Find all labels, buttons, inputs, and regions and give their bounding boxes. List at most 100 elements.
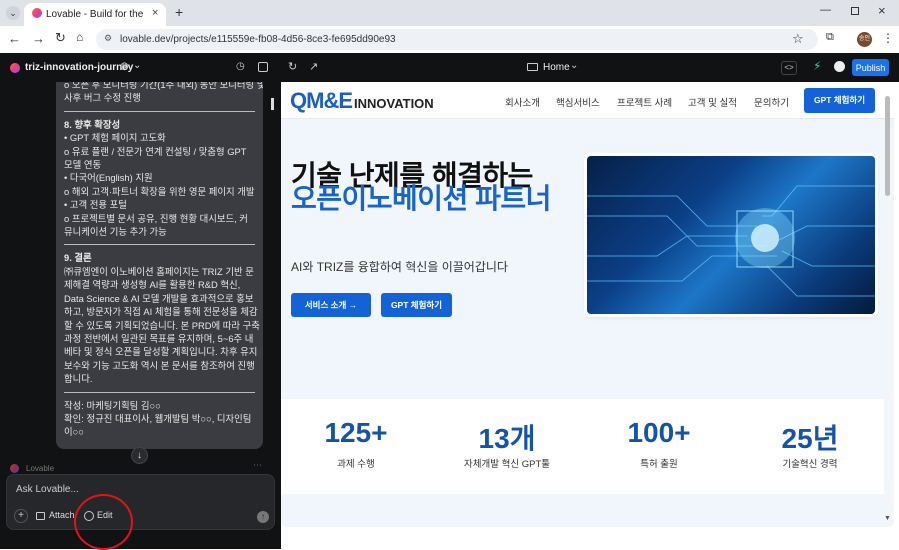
message-line: o 유료 플랜 / 전문가 연계 컨설팅 / 맞춤형 GPT bbox=[64, 145, 247, 157]
chat-panel: o 오픈 후 모니터링 기간(1주 내외) 동안 모니터링 및 사후 버그 수정 … bbox=[0, 82, 281, 550]
code-view-icon[interactable]: <> bbox=[781, 61, 797, 75]
message-line: 보수와 기능 고도화 역시 본 문서를 참조하여 진행 bbox=[64, 359, 255, 371]
restore-icon[interactable] bbox=[851, 7, 859, 15]
back-icon[interactable]: ← bbox=[8, 31, 21, 46]
reload-icon[interactable]: ↻ bbox=[55, 30, 66, 46]
github-icon[interactable] bbox=[834, 61, 845, 72]
message-line: 이○○ bbox=[64, 426, 84, 438]
forward-icon[interactable]: → bbox=[32, 31, 45, 46]
preview-reload-icon[interactable]: ↻ bbox=[288, 60, 297, 73]
message-line: 과정 전반에서 일관된 목표를 유지하며, 5~6주 내 bbox=[64, 332, 254, 344]
logo-sub: INNOVATION bbox=[354, 96, 434, 111]
divider bbox=[64, 244, 255, 246]
nav-item-contact[interactable]: 문의하기 bbox=[754, 95, 789, 109]
lovable-logo-icon[interactable] bbox=[10, 63, 20, 73]
page-selector[interactable]: Home bbox=[543, 62, 570, 73]
scroll-down-icon[interactable]: ↓ bbox=[131, 447, 148, 464]
message-author: 작성: 마케팅기획팀 김○○ 확인: 정규진 대표이사, 웹개발팀 박○○, 디자… bbox=[64, 399, 255, 439]
hero-title-line2: 오픈이노베이션 파트너 bbox=[291, 183, 551, 214]
message-line: 작성: 마케팅기획팀 김○○ bbox=[64, 399, 161, 411]
address-row: ← → ↻ ⌂ ⚙ lovable.dev/projects/e115559e-… bbox=[0, 26, 899, 53]
message-line: o 오픈 후 모니터링 기간(1주 내외) 동안 모니터링 및 bbox=[64, 82, 263, 90]
message-line: • 다국어(English) 지원 bbox=[64, 172, 153, 184]
window-close-icon[interactable]: × bbox=[878, 3, 886, 18]
stat-patents-label: 특허 출원 bbox=[640, 459, 678, 470]
monitor-icon[interactable] bbox=[527, 63, 538, 71]
open-external-icon[interactable]: ↗ bbox=[309, 60, 318, 73]
address-bar[interactable]: ⚙ lovable.dev/projects/e115559e-fb08-4d5… bbox=[96, 29, 818, 50]
browser-menu-icon[interactable]: ⋮ bbox=[882, 31, 894, 45]
message-line: 합니다. bbox=[64, 373, 93, 385]
globe-icon[interactable]: ◍ bbox=[120, 61, 129, 72]
chat-input-box[interactable]: Ask Lovable... + Attach Edit ↑ bbox=[6, 474, 275, 530]
profile-avatar[interactable]: 송인 bbox=[857, 32, 872, 47]
stat-experience-label: 기술혁신 경력 bbox=[782, 459, 838, 470]
extensions-icon[interactable]: ⧉ bbox=[826, 31, 834, 44]
publish-button[interactable]: Publish bbox=[852, 59, 889, 76]
nav-item-clients[interactable]: 고객 및 실적 bbox=[688, 95, 737, 109]
page-chevron-icon[interactable]: ⌄ bbox=[570, 60, 578, 71]
message-section-8: 8. 향후 확장성 • GPT 체험 페이지 고도화 o 유료 플랜 / 전문가 연… bbox=[64, 118, 255, 239]
new-tab-icon[interactable]: + bbox=[175, 4, 183, 20]
message-line: Data Science & AI 모델 개발을 효과적으로 홍보 bbox=[64, 292, 254, 304]
app-header: triz-innovation-journey ◍ ⌄ ◷ ↻ ↗ Home ⌄… bbox=[0, 53, 899, 82]
nav-item-services[interactable]: 핵심서비스 bbox=[556, 95, 600, 109]
sender-heart-icon bbox=[10, 464, 19, 473]
message-line: 뮤니케이션 기능 추가 가능 bbox=[64, 226, 167, 238]
left-scroll-marker bbox=[271, 98, 274, 110]
message-section-top: o 오픈 후 모니터링 기간(1주 내외) 동안 모니터링 및 사후 버그 수정 … bbox=[64, 82, 263, 105]
send-icon[interactable]: ↑ bbox=[257, 511, 269, 523]
add-icon[interactable]: + bbox=[14, 509, 28, 523]
home-icon[interactable]: ⌂ bbox=[76, 30, 83, 44]
message-line: 할 수 있도록 기획되었습니다. 본 PRD에 따라 구축 bbox=[64, 319, 260, 331]
divider bbox=[64, 391, 255, 393]
chat-input[interactable]: Ask Lovable... bbox=[16, 484, 79, 495]
site-preview: QM&E INNOVATION 회사소개 핵심서비스 프로젝트 사례 고객 및 실… bbox=[281, 82, 894, 527]
nav-gpt-button[interactable]: GPT 체험하기 bbox=[804, 88, 875, 113]
project-name[interactable]: triz-innovation-journey bbox=[25, 62, 133, 73]
browser-tab[interactable]: Lovable - Build for the web 20 × bbox=[24, 3, 166, 26]
message-line: 제해결 역량과 생성형 AI를 활용한 R&D 혁신, bbox=[64, 279, 241, 291]
stat-patents-value: 100+ bbox=[627, 417, 691, 448]
preview-scrollbar[interactable] bbox=[885, 96, 890, 196]
scroll-down-arrow-icon[interactable]: ▼ bbox=[884, 515, 891, 522]
gpt-trial-button[interactable]: GPT 체험하기 bbox=[381, 293, 452, 317]
logo-main: QM&E bbox=[290, 88, 353, 113]
chat-message-bubble: o 오픈 후 모니터링 기간(1주 내외) 동안 모니터링 및 사후 버그 수정 … bbox=[56, 82, 263, 449]
message-section-9: 9. 결론 ㈜큐엠엔이 이노베이션 홈페이지는 TRIZ 기반 문제해결 역량과 … bbox=[64, 251, 260, 385]
site-settings-icon[interactable]: ⚙ bbox=[104, 33, 112, 44]
circuit-graphic bbox=[587, 185, 875, 297]
divider bbox=[64, 110, 255, 112]
lovable-heart-icon bbox=[32, 8, 42, 18]
message-line: 9. 결론 bbox=[64, 252, 92, 264]
supabase-bolt-icon[interactable]: ⚡ bbox=[813, 59, 821, 73]
stat-gpt-tools-value: 13개 bbox=[478, 423, 536, 454]
url-text: lovable.dev/projects/e115559e-fb08-4d56-… bbox=[120, 34, 396, 45]
attach-button[interactable]: Attach bbox=[49, 510, 75, 520]
history-icon[interactable]: ◷ bbox=[236, 61, 245, 72]
message-line: 모델 연동 bbox=[64, 159, 102, 171]
sidebar-toggle-icon[interactable] bbox=[258, 62, 268, 72]
site-navbar: QM&E INNOVATION 회사소개 핵심서비스 프로젝트 사례 고객 및 실… bbox=[281, 82, 894, 119]
tab-title: Lovable - Build for the web 20 bbox=[46, 9, 146, 20]
message-more-icon[interactable]: ⋯ bbox=[253, 460, 262, 471]
minimize-icon[interactable]: — bbox=[820, 4, 831, 16]
site-logo[interactable]: QM&E INNOVATION bbox=[290, 88, 434, 114]
nav-item-projects[interactable]: 프로젝트 사례 bbox=[617, 95, 672, 109]
message-line: o 해외 고객·파트너 확장을 위한 영문 페이지 개발 bbox=[64, 185, 255, 197]
tab-search-icon[interactable]: ⌄ bbox=[6, 6, 20, 20]
message-line: 하고, 방문자가 직접 AI 체험을 통해 전문성을 체감 bbox=[64, 306, 258, 318]
annotation-circle bbox=[74, 494, 133, 550]
message-line: 확인: 정규진 대표이사, 웹개발팀 박○○, 디자인팀 bbox=[64, 412, 252, 424]
services-button[interactable]: 서비스 소개 → bbox=[291, 293, 371, 317]
bookmark-star-icon[interactable]: ☆ bbox=[792, 31, 804, 47]
stat-gpt-tools-label: 자체개발 혁신 GPT툴 bbox=[464, 459, 550, 470]
message-line: ㈜큐엠엔이 이노베이션 홈페이지는 TRIZ 기반 문 bbox=[64, 265, 254, 277]
sender-name: Lovable bbox=[26, 464, 55, 473]
hero-subtitle: AI와 TRIZ를 융합하여 혁신을 이끌어갑니다 bbox=[291, 260, 508, 274]
stats-section: 125+ 과제 수행 13개 자체개발 혁신 GPT툴 100+ 특허 출원 2… bbox=[281, 399, 884, 494]
tab-close-icon[interactable]: × bbox=[152, 7, 158, 19]
chevron-down-icon[interactable]: ⌄ bbox=[133, 60, 141, 71]
nav-item-about[interactable]: 회사소개 bbox=[505, 95, 540, 109]
stat-projects-value: 125+ bbox=[324, 417, 388, 448]
